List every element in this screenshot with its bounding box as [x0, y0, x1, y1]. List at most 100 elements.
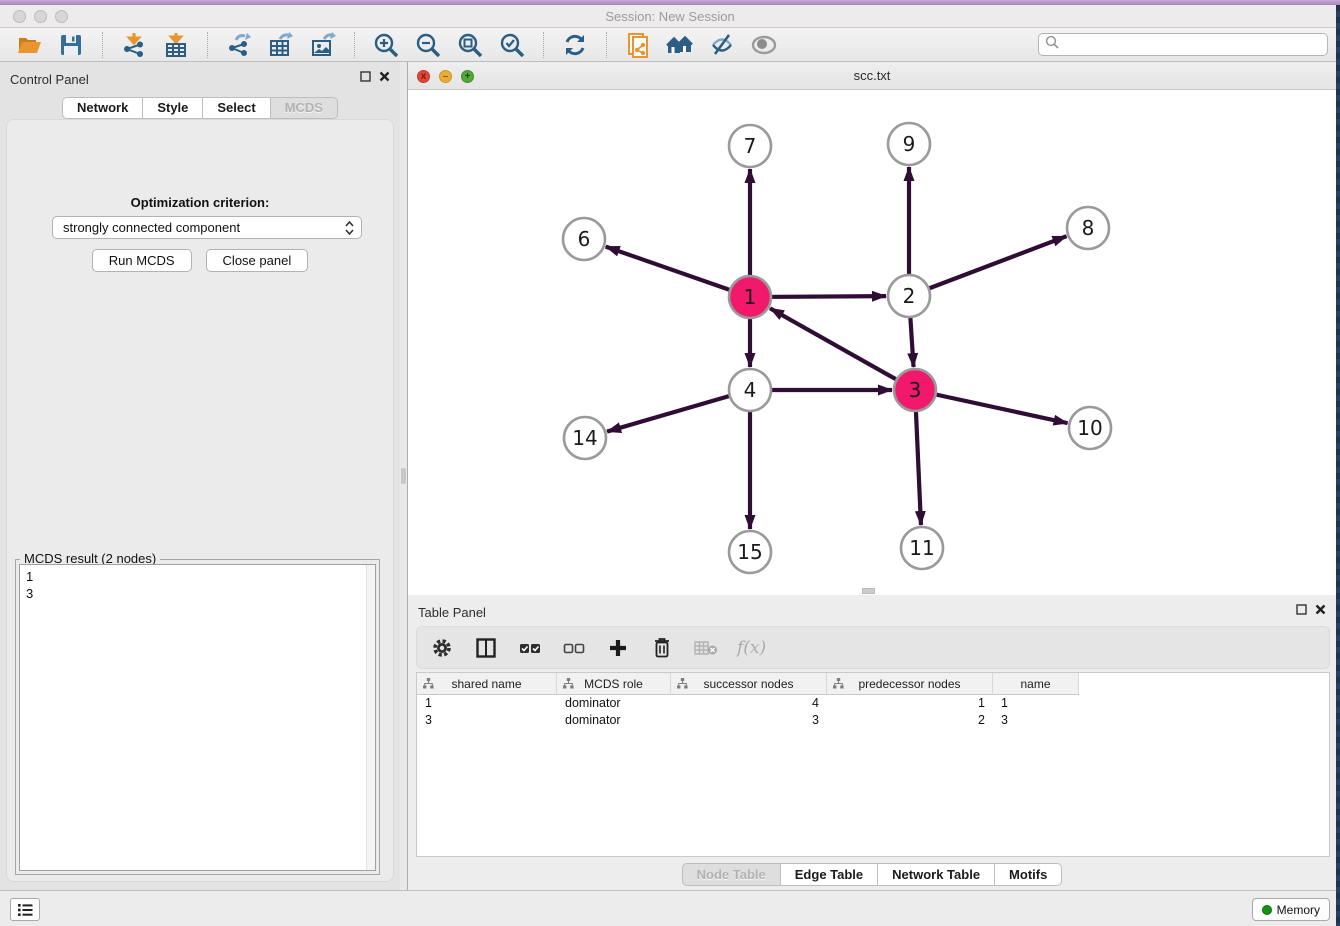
memory-button[interactable]: Memory	[1252, 898, 1330, 921]
save-session-icon[interactable]	[56, 30, 86, 60]
column-header-name[interactable]: name	[993, 673, 1079, 695]
graph-node-label: 9	[903, 132, 916, 156]
tab-mcds[interactable]: MCDS	[270, 97, 338, 119]
optimization-criterion-label: Optimization criterion:	[7, 195, 393, 210]
tab-motifs[interactable]: Motifs	[994, 863, 1062, 886]
table-cell[interactable]: 1	[993, 695, 1079, 712]
window-title: Session: New Session	[0, 5, 1340, 28]
toolbar-separator	[543, 32, 544, 58]
graph-node-label: 11	[909, 536, 934, 560]
hide-graphics-icon[interactable]	[707, 30, 737, 60]
run-mcds-button[interactable]: Run MCDS	[92, 249, 192, 272]
mcds-result-group: MCDS result (2 nodes) 1 3	[15, 559, 380, 875]
table-header-row: shared nameMCDS rolesuccessor nodesprede…	[417, 673, 1329, 695]
open-file-icon[interactable]	[14, 30, 44, 60]
graph-edge-4-14[interactable]	[607, 390, 750, 432]
table-cell[interactable]: 1	[417, 695, 557, 712]
graph-node-label: 14	[572, 426, 597, 450]
refresh-icon[interactable]	[560, 30, 590, 60]
float-table-panel-icon[interactable]	[1296, 604, 1307, 615]
table-cell[interactable]: 2	[827, 712, 993, 729]
application-window: Session: New Session	[0, 0, 1340, 926]
column-header-predecessor-nodes[interactable]: predecessor nodes	[827, 673, 993, 695]
result-scrollbar[interactable]	[366, 565, 375, 870]
tab-edge-table[interactable]: Edge Table	[780, 863, 878, 886]
close-table-panel-icon[interactable]	[1315, 604, 1326, 615]
column-header-MCDS-role[interactable]: MCDS role	[557, 673, 671, 695]
table-cell[interactable]: 1	[827, 695, 993, 712]
network-canvas[interactable]: 7968124314101511	[408, 90, 1336, 593]
table-tabs: Node TableEdge TableNetwork TableMotifs	[408, 863, 1336, 886]
zoom-out-icon[interactable]	[413, 30, 443, 60]
float-panel-icon[interactable]	[360, 71, 371, 82]
mcds-result-textarea[interactable]: 1 3	[19, 564, 376, 871]
column-header-shared-name[interactable]: shared name	[417, 673, 557, 695]
export-image-icon[interactable]	[308, 30, 338, 60]
tab-node-table[interactable]: Node Table	[682, 863, 781, 886]
table-toolbar: f(x)	[416, 626, 1330, 669]
eye-icon[interactable]	[749, 30, 779, 60]
task-history-button[interactable]	[10, 898, 40, 921]
tab-style[interactable]: Style	[142, 97, 203, 119]
function-builder-icon[interactable]: f(x)	[737, 635, 766, 661]
export-table-icon[interactable]	[266, 30, 296, 60]
graph-edge-3-1[interactable]	[770, 308, 915, 390]
table-row[interactable]: 1dominator411	[417, 695, 1329, 712]
gear-icon[interactable]	[429, 635, 455, 661]
node-table[interactable]: shared nameMCDS rolesuccessor nodesprede…	[416, 672, 1330, 857]
desktop-wallpaper-top	[0, 0, 1340, 5]
search-field[interactable]	[1038, 33, 1328, 56]
horizontal-splitter-handle[interactable]	[862, 588, 875, 594]
delete-column-icon[interactable]	[649, 635, 675, 661]
table-cell[interactable]: 3	[993, 712, 1079, 729]
table-cell[interactable]: 3	[671, 712, 827, 729]
control-panel-tabs: NetworkStyleSelectMCDS	[0, 97, 400, 119]
zoom-in-icon[interactable]	[371, 30, 401, 60]
graph-edge-1-6[interactable]	[606, 247, 750, 297]
splitter-grab-handle[interactable]	[401, 468, 406, 484]
memory-status-icon	[1262, 905, 1272, 915]
unselect-all-icon[interactable]	[561, 635, 587, 661]
graph-node-label: 7	[744, 134, 757, 158]
mcds-tab-content: Optimization criterion: strongly connect…	[6, 119, 394, 882]
column-header-successor-nodes[interactable]: successor nodes	[671, 673, 827, 695]
table-panel: Table Panel	[408, 595, 1336, 890]
graph-edge-2-8[interactable]	[909, 236, 1066, 296]
graph-node-label: 1	[744, 285, 757, 309]
table-cell[interactable]: 4	[671, 695, 827, 712]
zoom-fit-icon[interactable]	[455, 30, 485, 60]
add-column-icon[interactable]	[605, 635, 631, 661]
select-all-icon[interactable]	[517, 635, 543, 661]
table-cell[interactable]: dominator	[557, 712, 671, 729]
network-window: x – + scc.txt 7968124314101511	[408, 62, 1336, 595]
delete-table-icon[interactable]	[693, 635, 719, 661]
toolbar-separator	[606, 32, 607, 58]
tab-network[interactable]: Network	[62, 97, 143, 119]
close-panel-icon[interactable]	[379, 71, 390, 82]
graph-node-label: 10	[1077, 416, 1102, 440]
criterion-dropdown[interactable]: strongly connected component	[52, 216, 362, 239]
import-table-icon[interactable]	[161, 30, 191, 60]
search-input[interactable]	[1059, 36, 1327, 54]
network-from-file-icon[interactable]	[623, 30, 653, 60]
graph-node-label: 4	[744, 378, 757, 402]
vertical-splitter[interactable]	[400, 62, 408, 890]
import-network-icon[interactable]	[119, 30, 149, 60]
network-window-title: scc.txt	[408, 62, 1336, 90]
graph-edge-3-10[interactable]	[915, 390, 1068, 423]
memory-label: Memory	[1277, 903, 1320, 917]
show-all-networks-icon[interactable]	[665, 30, 695, 60]
export-network-icon[interactable]	[224, 30, 254, 60]
table-row[interactable]: 3dominator323	[417, 712, 1329, 729]
tab-select[interactable]: Select	[202, 97, 270, 119]
tab-network-table[interactable]: Network Table	[877, 863, 995, 886]
graph-node-label: 15	[737, 540, 762, 564]
chevron-up-down-icon	[344, 219, 355, 243]
table-cell[interactable]: dominator	[557, 695, 671, 712]
zoom-selected-icon[interactable]	[497, 30, 527, 60]
graph-node-label: 2	[903, 284, 916, 308]
network-window-titlebar[interactable]: x – + scc.txt	[408, 62, 1336, 90]
table-cell[interactable]: 3	[417, 712, 557, 729]
close-panel-button[interactable]: Close panel	[206, 249, 309, 272]
column-view-icon[interactable]	[473, 635, 499, 661]
